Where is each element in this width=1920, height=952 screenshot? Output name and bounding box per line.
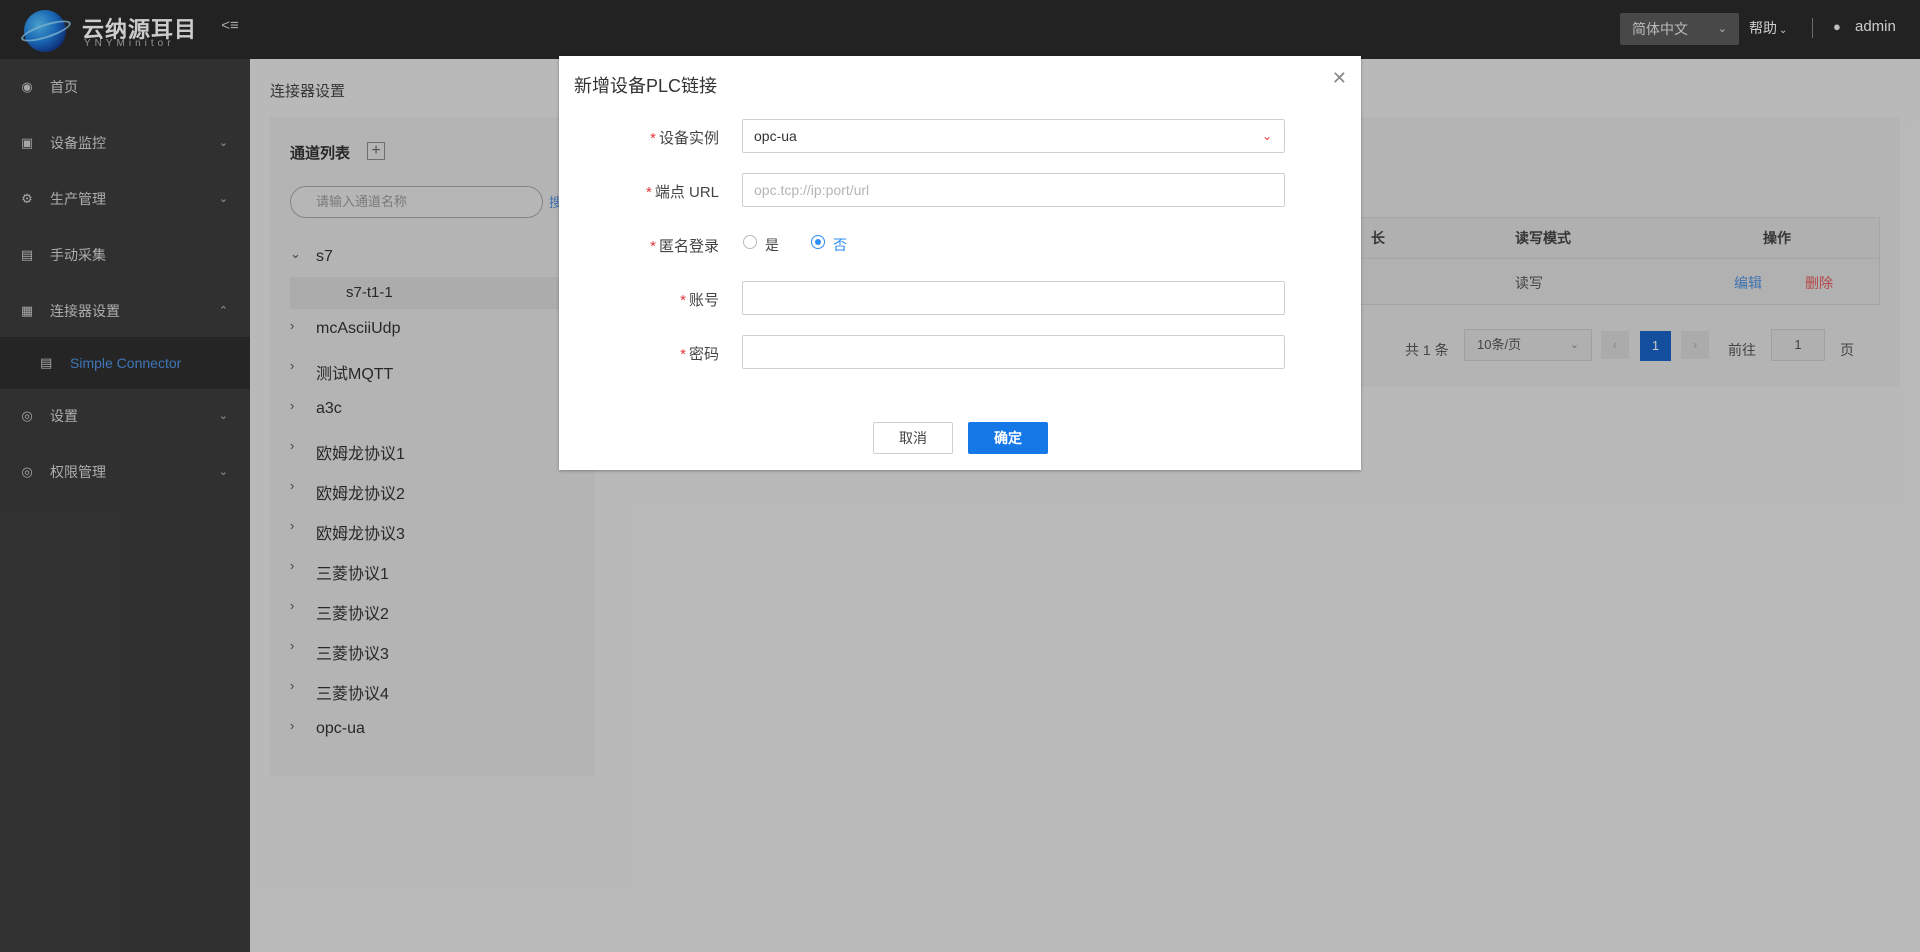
account-label-text: 账号 (688, 292, 719, 309)
endpoint-url-input[interactable]: opc.tcp://ip:port/url (742, 173, 1285, 207)
close-icon[interactable]: ✕ (1332, 68, 1347, 89)
anonymous-no-radio[interactable] (811, 235, 825, 249)
anonymous-yes-radio[interactable] (743, 235, 757, 249)
anonymous-label-text: 匿名登录 (658, 238, 719, 255)
dialog-title: 新增设备PLC链接 (574, 76, 718, 96)
endpoint-label-text: 端点 URL (654, 184, 719, 201)
anonymous-no-label[interactable]: 否 (833, 235, 847, 255)
form-row-endpoint: * 端点 URL opc.tcp://ip:port/url (559, 173, 1361, 207)
device-select[interactable]: opc-ua ⌄ (742, 119, 1285, 153)
form-row-password: * 密码 (559, 335, 1361, 369)
chevron-down-icon: ⌄ (1261, 129, 1272, 143)
device-label-text: 设备实例 (658, 130, 719, 147)
password-input[interactable] (742, 335, 1285, 369)
anonymous-label: * 匿名登录 (650, 238, 719, 255)
form-row-anonymous: * 匿名登录 是 否 (559, 227, 1361, 261)
password-label-text: 密码 (688, 346, 719, 363)
add-plc-link-dialog: 新增设备PLC链接 ✕ * 设备实例 opc-ua ⌄ * 端点 URL opc.t… (559, 56, 1361, 470)
account-input[interactable] (742, 281, 1285, 315)
device-label: * 设备实例 (650, 130, 719, 147)
form-row-device: * 设备实例 opc-ua ⌄ (559, 119, 1361, 153)
cancel-button[interactable]: 取消 (873, 422, 953, 454)
form-row-account: * 账号 (559, 281, 1361, 315)
anonymous-yes-label[interactable]: 是 (765, 235, 779, 255)
password-label: * 密码 (680, 346, 719, 363)
confirm-button[interactable]: 确定 (968, 422, 1048, 454)
device-select-value: opc-ua (754, 128, 797, 144)
endpoint-label: * 端点 URL (645, 184, 719, 201)
account-label: * 账号 (680, 292, 719, 309)
